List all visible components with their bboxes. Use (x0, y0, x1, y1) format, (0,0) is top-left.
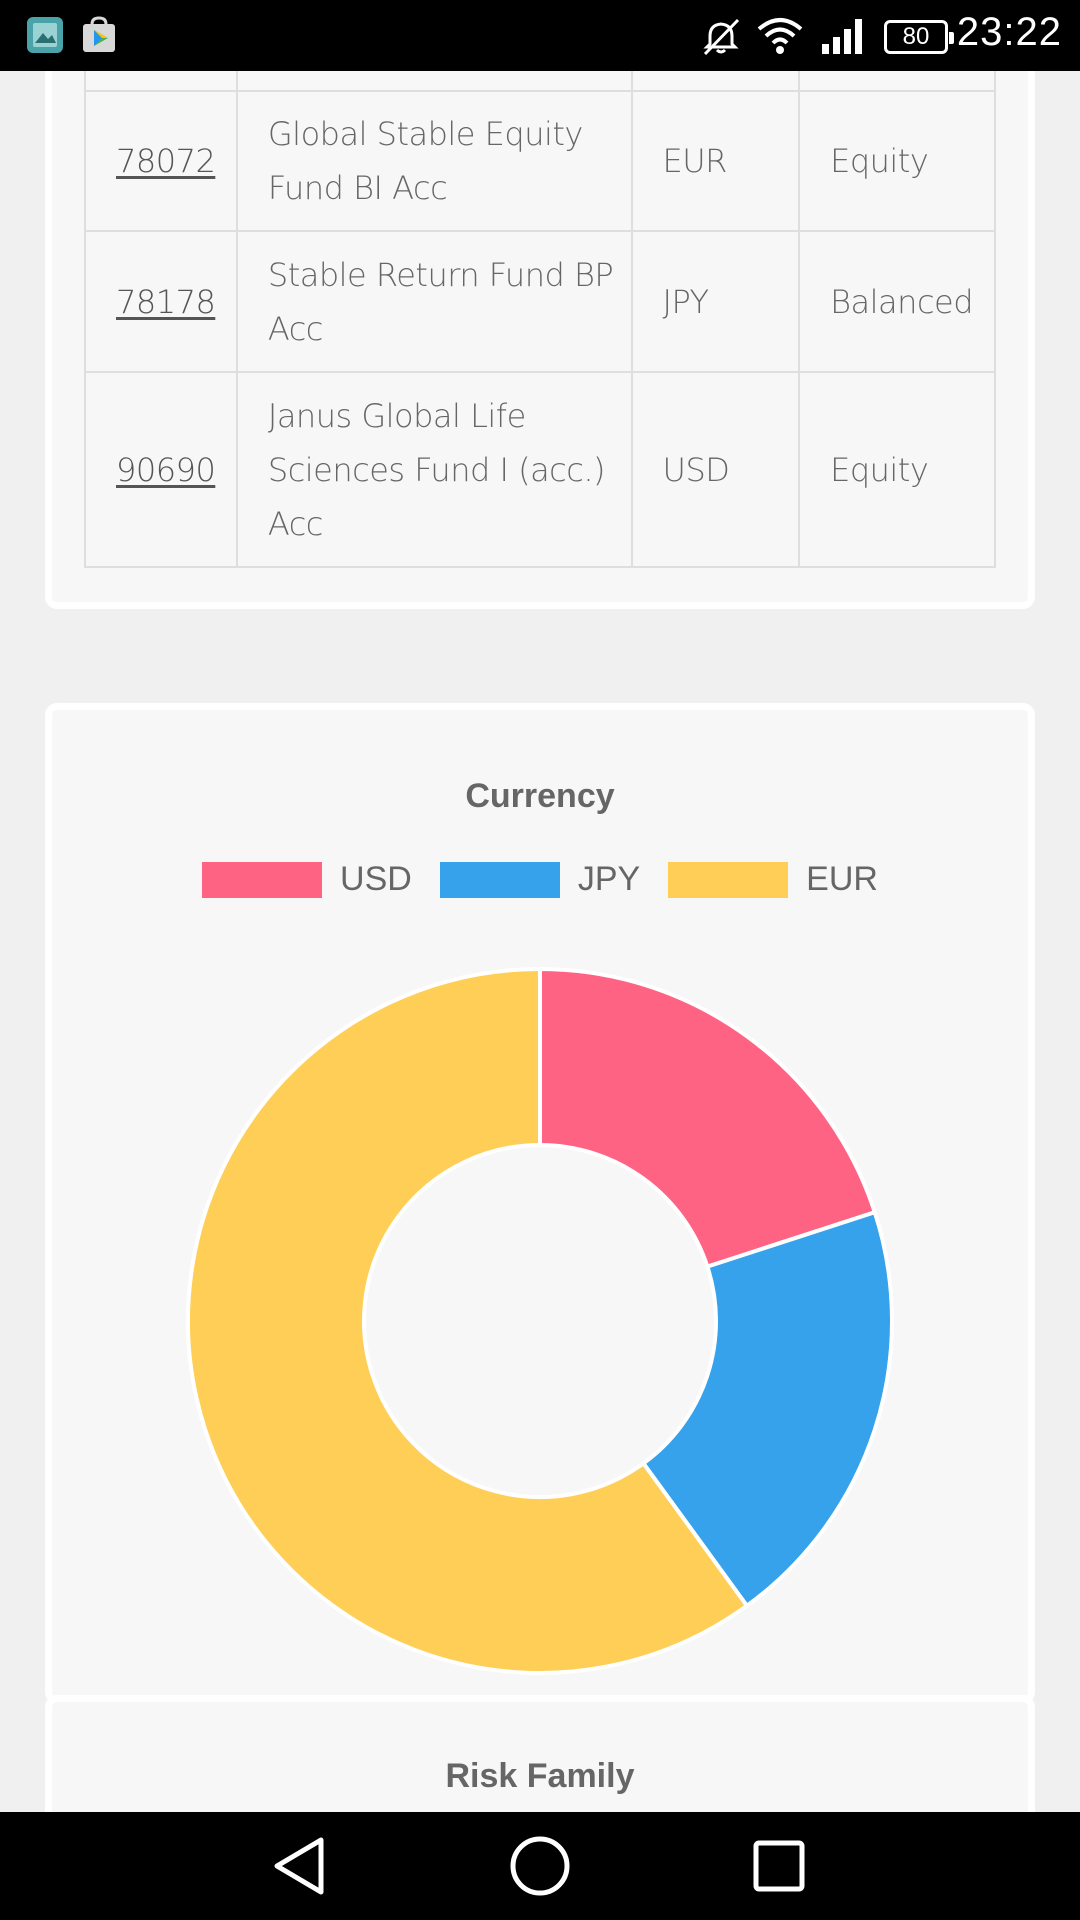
fund-currency-cell: EUR (630, 90, 801, 232)
fund-id-link[interactable]: 78072 (116, 142, 216, 180)
chart-legend: USD JPY EUR (52, 860, 1028, 899)
legend-swatch (439, 861, 560, 898)
fund-type-cell: Equity (798, 371, 996, 568)
home-icon[interactable] (470, 1812, 610, 1920)
fund-id-cell: 90690 (84, 371, 238, 568)
back-icon[interactable] (231, 1812, 371, 1920)
status-bar: 80 23:22 (0, 0, 1080, 71)
signal-icon (822, 19, 862, 54)
play-store-icon (83, 16, 115, 52)
battery-icon: 80 (884, 20, 954, 54)
fund-id-cell (84, 71, 238, 92)
mute-icon (703, 18, 740, 56)
legend-label: JPY (577, 860, 641, 898)
legend-item-usd[interactable]: USD (202, 860, 412, 899)
battery-level: 80 (902, 23, 930, 50)
currency-donut-chart (186, 966, 894, 1675)
fund-name-cell: Global Stable Equity Fund BI Acc (235, 90, 633, 232)
fund-type-cell: Balanced (798, 230, 996, 373)
legend-swatch (202, 861, 323, 898)
fund-id-cell: 78072 (84, 90, 238, 232)
fund-currency-cell (630, 71, 801, 92)
risk-family-title: Risk Family (445, 1757, 635, 1795)
donut-slice-usd[interactable] (538, 966, 878, 1270)
table-row (84, 71, 996, 92)
fund-type-cell (798, 71, 996, 92)
fund-table: 78072 Global Stable Equity Fund BI Acc E… (84, 71, 996, 568)
fund-name-cell (235, 71, 633, 92)
fund-id-link[interactable]: 78178 (116, 283, 216, 321)
chart-title: Currency (465, 777, 615, 815)
legend-swatch (668, 861, 789, 898)
table-row: 78178 Stable Return Fund BP Acc JPY Bala… (84, 230, 996, 373)
fund-name-cell: Janus Global Life Sciences Fund I (acc.)… (235, 371, 633, 568)
table-row: 90690 Janus Global Life Sciences Fund I … (84, 371, 996, 568)
table-row: 78072 Global Stable Equity Fund BI Acc E… (84, 90, 996, 232)
legend-item-eur[interactable]: EUR (668, 860, 878, 899)
gallery-app-icon (27, 17, 63, 53)
fund-name-cell: Stable Return Fund BP Acc (235, 230, 633, 373)
recents-icon[interactable] (710, 1812, 850, 1920)
legend-item-jpy[interactable]: JPY (439, 860, 641, 899)
currency-chart-card: Currency USD JPY EUR (45, 703, 1035, 1704)
navigation-bar (0, 1812, 1080, 1920)
clock: 23:22 (956, 10, 1062, 54)
fund-table-card: 78072 Global Stable Equity Fund BI Acc E… (45, 71, 1035, 609)
wifi-icon (757, 18, 803, 54)
fund-currency-cell: JPY (630, 230, 801, 373)
legend-label: USD (340, 860, 412, 898)
fund-id-link[interactable]: 90690 (116, 451, 216, 489)
fund-type-cell: Equity (798, 90, 996, 232)
risk-family-chart-card: Risk Family (45, 1695, 1035, 1812)
fund-currency-cell: USD (630, 371, 801, 568)
fund-id-cell: 78178 (84, 230, 238, 373)
legend-label: EUR (806, 860, 878, 898)
scroll-content[interactable]: 78072 Global Stable Equity Fund BI Acc E… (0, 71, 1080, 1812)
